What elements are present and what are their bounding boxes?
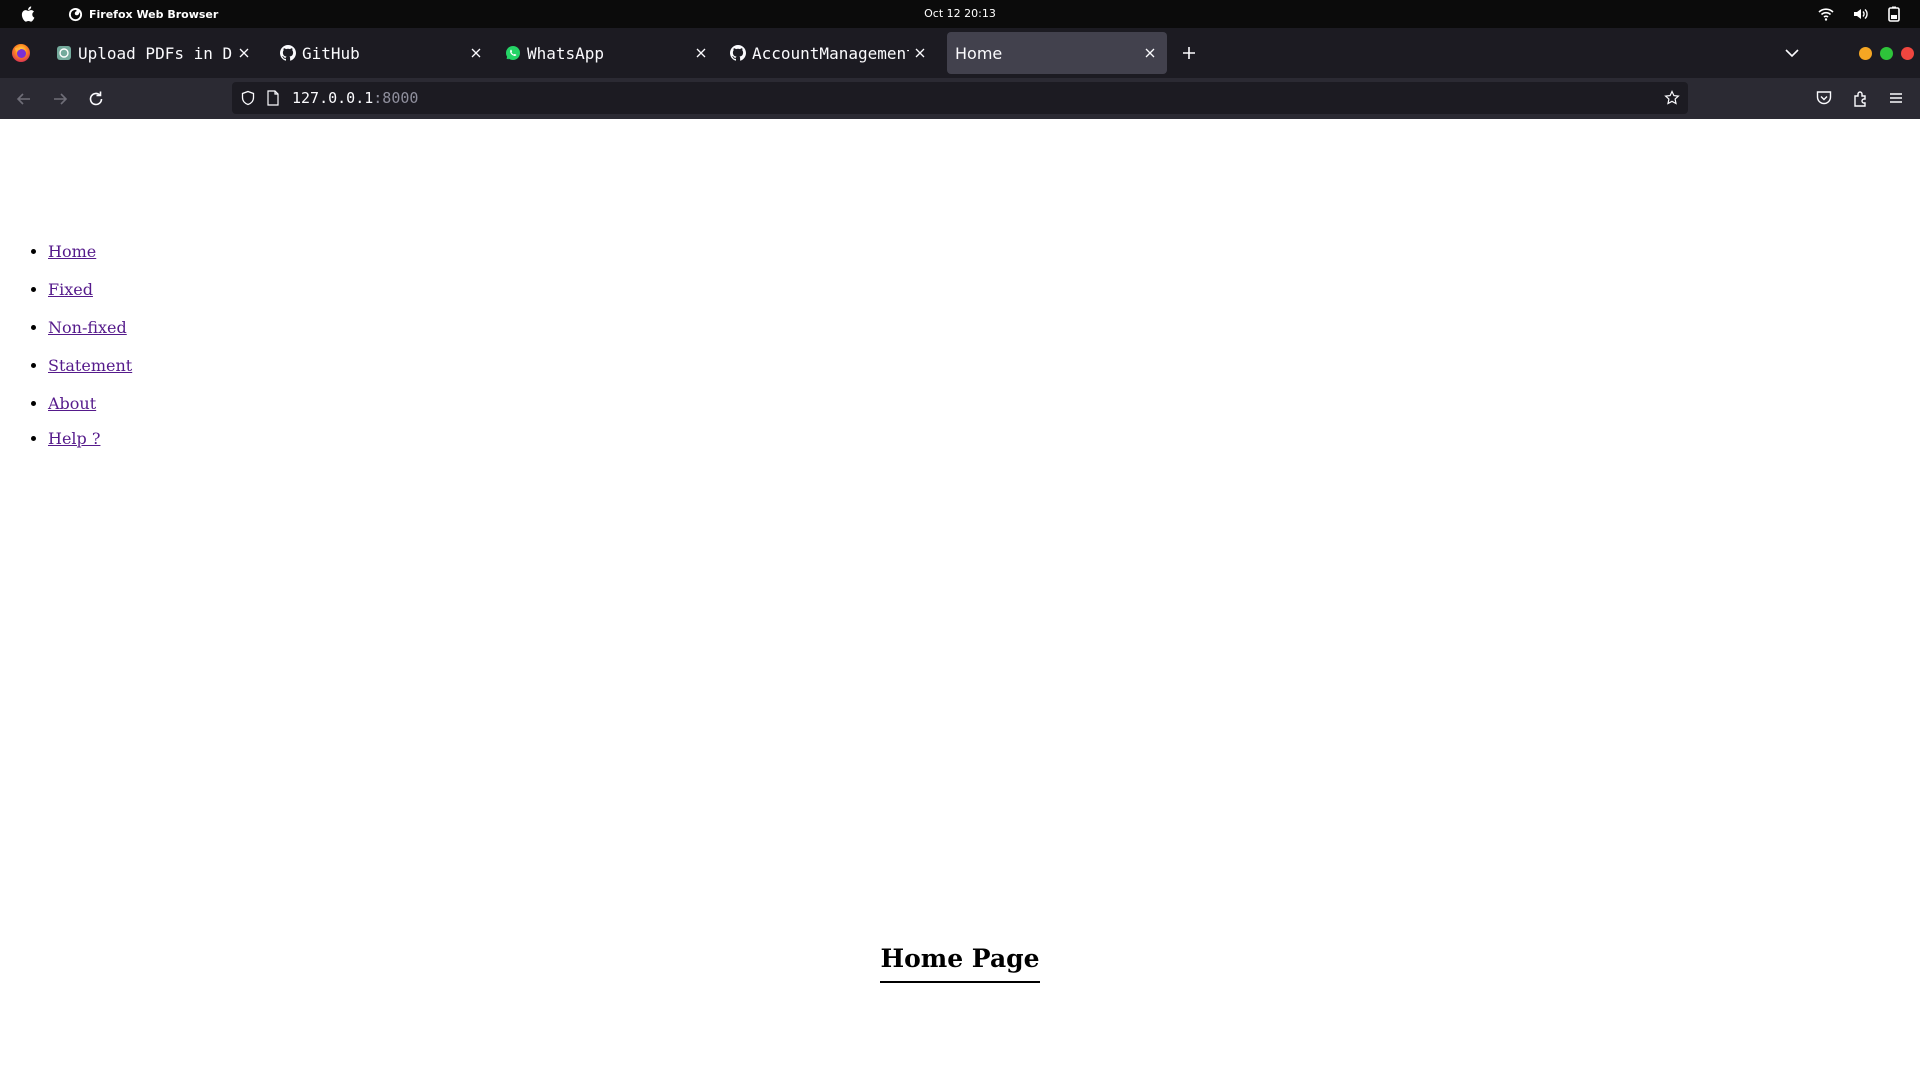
nav-link-home[interactable]: Home xyxy=(48,242,96,261)
close-icon[interactable] xyxy=(233,42,255,64)
volume-icon[interactable] xyxy=(1852,6,1868,22)
site-nav: Home Fixed Non-fixed Statement About Hel… xyxy=(48,242,132,467)
wifi-icon[interactable] xyxy=(1818,6,1834,22)
tab-github[interactable]: GitHub xyxy=(272,32,493,74)
nav-item-about: About xyxy=(48,394,132,432)
page-content: Home Fixed Non-fixed Statement About Hel… xyxy=(0,119,1920,1080)
url-host: 127.0.0.1 xyxy=(292,89,374,107)
url-bar[interactable]: 127.0.0.1:8000 xyxy=(232,82,1688,114)
extensions-icon[interactable] xyxy=(1852,89,1870,107)
new-tab-icon[interactable] xyxy=(1178,42,1200,64)
tab-title: Home xyxy=(955,43,1003,63)
maximize-button[interactable] xyxy=(1880,47,1893,60)
app-name: Firefox Web Browser xyxy=(89,7,219,21)
tab-title: Upload PDFs in Dja xyxy=(78,43,233,63)
nav-link-help[interactable]: Help ? xyxy=(48,429,100,448)
nav-link-about[interactable]: About xyxy=(48,394,96,413)
pocket-icon[interactable] xyxy=(1815,89,1833,107)
tab-title: WhatsApp xyxy=(527,43,605,63)
url-text[interactable]: 127.0.0.1:8000 xyxy=(292,89,418,107)
tab-title: AccountManagement/ xyxy=(752,43,909,63)
close-icon[interactable] xyxy=(690,42,712,64)
chatgpt-icon xyxy=(57,46,71,60)
apple-icon[interactable] xyxy=(20,5,38,23)
nav-link-statement[interactable]: Statement xyxy=(48,356,132,375)
bookmark-star-icon[interactable] xyxy=(1664,90,1680,106)
battery-icon[interactable] xyxy=(1886,6,1902,22)
minimize-button[interactable] xyxy=(1859,47,1872,60)
tab-strip: Upload PDFs in Dja GitHub WhatsApp Accou… xyxy=(0,28,1920,78)
close-icon[interactable] xyxy=(465,42,487,64)
clock[interactable]: Oct 12 20:13 xyxy=(0,0,1920,28)
tab-whatsapp[interactable]: WhatsApp xyxy=(497,32,718,74)
firefox-icon[interactable] xyxy=(11,43,31,63)
back-arrow-icon[interactable] xyxy=(14,89,34,109)
firefox-mini-icon xyxy=(68,7,83,21)
nav-link-non-fixed[interactable]: Non-fixed xyxy=(48,318,127,337)
tab-title: GitHub xyxy=(302,43,360,63)
github-icon xyxy=(280,45,296,61)
github-icon xyxy=(730,45,746,61)
reload-icon[interactable] xyxy=(86,89,106,109)
os-top-bar: Firefox Web Browser Oct 12 20:13 xyxy=(0,0,1920,28)
page-title-text: Home Page xyxy=(880,944,1040,983)
nav-item-help: Help ? xyxy=(48,429,132,467)
nav-item-fixed: Fixed xyxy=(48,280,132,318)
close-window-button[interactable] xyxy=(1901,47,1914,60)
active-app[interactable]: Firefox Web Browser xyxy=(68,0,218,28)
nav-item-home: Home xyxy=(48,242,132,280)
window-controls xyxy=(1859,47,1914,60)
tab-home[interactable]: Home xyxy=(947,32,1167,74)
nav-link-fixed[interactable]: Fixed xyxy=(48,280,93,299)
navigation-toolbar: 127.0.0.1:8000 xyxy=(0,78,1920,119)
close-icon[interactable] xyxy=(1139,42,1161,64)
chevron-down-icon[interactable] xyxy=(1783,44,1801,62)
shield-icon[interactable] xyxy=(240,90,256,106)
whatsapp-icon xyxy=(506,46,520,60)
url-port: :8000 xyxy=(373,89,419,107)
tab-upload-pdfs[interactable]: Upload PDFs in Dja xyxy=(48,32,261,74)
page-title: Home Page xyxy=(0,944,1920,983)
nav-item-statement: Statement xyxy=(48,356,132,394)
menu-icon[interactable] xyxy=(1887,89,1905,107)
tab-account-management[interactable]: AccountManagement/ xyxy=(722,32,937,74)
nav-item-non-fixed: Non-fixed xyxy=(48,318,132,356)
system-tray xyxy=(1818,0,1902,28)
forward-arrow-icon[interactable] xyxy=(50,89,70,109)
close-icon[interactable] xyxy=(909,42,931,64)
page-icon[interactable] xyxy=(266,90,280,106)
